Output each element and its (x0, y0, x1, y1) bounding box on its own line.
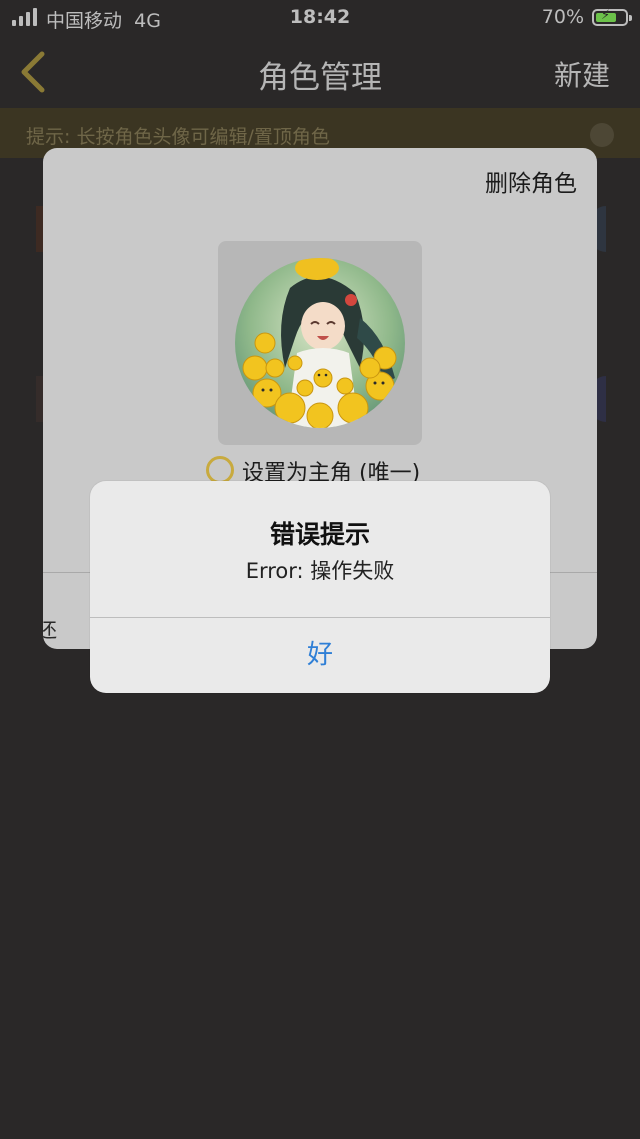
set-main-role-radio[interactable] (206, 456, 234, 484)
page-title: 角色管理 (258, 60, 382, 96)
battery-percent: 70% (541, 6, 584, 28)
new-role-button[interactable]: 新建 (554, 54, 610, 94)
alert-title: 错误提示 (269, 520, 370, 549)
dialog-bottom-text: 还 (43, 618, 57, 642)
ok-button[interactable]: 好 (90, 618, 550, 693)
error-alert: 错误提示 Error: 操作失败 好 (90, 481, 550, 693)
navigation-bar: 角色管理 新建 (0, 36, 640, 106)
charging-bolt-icon: ⚡ (601, 8, 611, 23)
close-circle-icon[interactable] (590, 123, 614, 147)
role-avatar-image (235, 258, 405, 428)
hint-text: 提示: 长按角色头像可编辑/置顶角色 (26, 126, 330, 148)
alert-message: Error: 操作失败 (245, 559, 395, 583)
battery-icon: ⚡ (592, 8, 632, 26)
avatar-picker[interactable] (218, 241, 422, 445)
delete-role-button[interactable]: 删除角色 (485, 164, 577, 198)
status-bar: 中国移动 4G 18:42 70% ⚡ (0, 0, 640, 36)
